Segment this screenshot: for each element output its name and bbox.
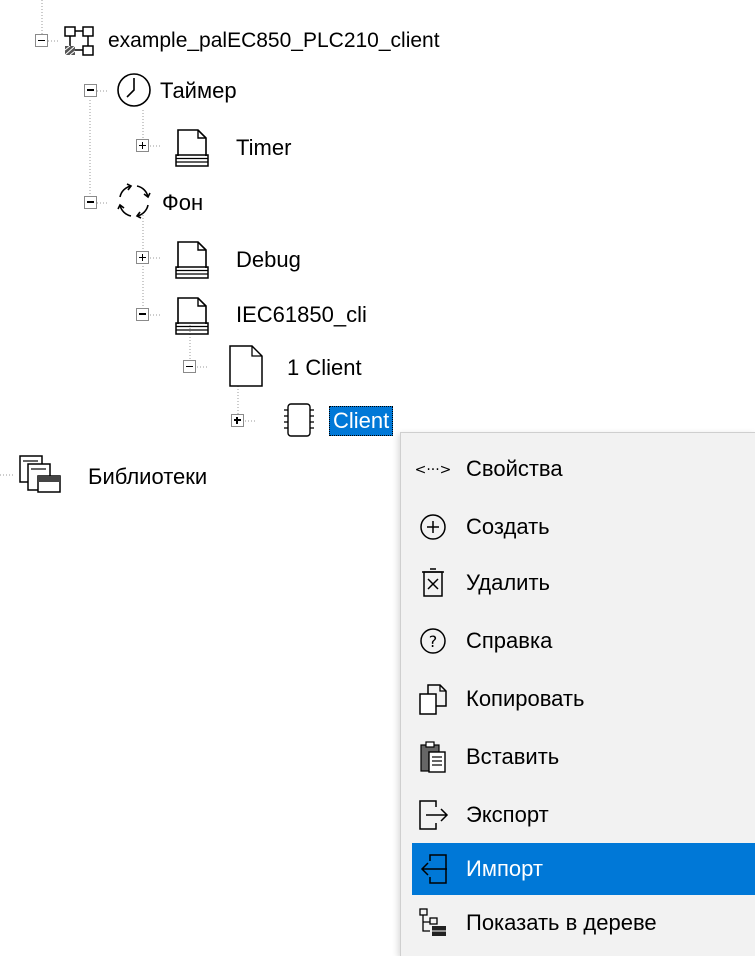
- menu-item-label: Вставить: [466, 744, 560, 769]
- tree-node-client-program[interactable]: 1 Client: [287, 353, 362, 383]
- document-icon: [222, 342, 268, 395]
- clock-icon: [114, 70, 154, 115]
- svg-text:<···>: <···>: [416, 462, 450, 478]
- export-icon: [416, 798, 450, 832]
- menu-item-copy[interactable]: Копировать: [412, 673, 755, 725]
- delete-icon: [416, 566, 450, 600]
- task-stack-icon: [172, 124, 212, 173]
- import-icon: [416, 852, 450, 886]
- paste-icon: [416, 740, 450, 774]
- tree-node-libraries[interactable]: Библиотеки: [88, 462, 207, 492]
- tree-node-background-group[interactable]: Фон: [162, 188, 203, 218]
- task-stack-icon: [172, 292, 212, 341]
- context-menu: <···> Свойства Создать Удалить ? Справка…: [400, 432, 755, 956]
- collapse-toggle-root[interactable]: [35, 34, 48, 47]
- menu-item-label: Справка: [466, 628, 553, 653]
- cycle-icon: [114, 180, 154, 227]
- menu-item-show-in-tree[interactable]: Показать в дереве: [412, 897, 755, 949]
- expand-toggle-client-block[interactable]: [231, 414, 244, 427]
- menu-item-export[interactable]: Экспорт: [412, 789, 755, 841]
- menu-item-delete[interactable]: Удалить: [412, 557, 755, 609]
- collapse-toggle-client-program[interactable]: [183, 360, 196, 373]
- create-icon: [416, 510, 450, 544]
- menu-item-properties[interactable]: <···> Свойства: [412, 443, 755, 495]
- show-in-tree-icon: [416, 906, 450, 940]
- tree-node-timer-task[interactable]: Timer: [236, 133, 291, 163]
- properties-icon: <···>: [416, 452, 450, 486]
- help-icon: ?: [416, 624, 450, 658]
- collapse-toggle-iec-task[interactable]: [136, 308, 149, 321]
- menu-item-paste[interactable]: Вставить: [412, 731, 755, 783]
- menu-item-label: Экспорт: [466, 802, 549, 827]
- copy-icon: [416, 682, 450, 716]
- tree-node-timer-group[interactable]: Таймер: [160, 76, 237, 106]
- function-block-icon: [278, 400, 322, 445]
- collapse-toggle-background-group[interactable]: [84, 196, 97, 209]
- menu-item-label: Создать: [466, 514, 550, 539]
- tree-node-root[interactable]: example_palEC850_PLC210_client: [108, 26, 440, 56]
- tree-node-client-block[interactable]: Client: [329, 406, 394, 436]
- menu-item-import[interactable]: Импорт: [412, 843, 755, 895]
- libraries-icon: [14, 452, 64, 503]
- menu-item-label: Показать в дереве: [466, 910, 657, 935]
- task-stack-icon: [172, 236, 212, 285]
- tree-node-debug-task[interactable]: Debug: [236, 245, 301, 275]
- collapse-toggle-timer-group[interactable]: [84, 84, 97, 97]
- svg-text:?: ?: [429, 632, 438, 651]
- project-icon: [62, 24, 96, 63]
- menu-item-label: Копировать: [466, 686, 585, 711]
- menu-item-label: Импорт: [466, 856, 543, 881]
- menu-item-help[interactable]: ? Справка: [412, 615, 755, 667]
- expand-toggle-timer-task[interactable]: [136, 139, 149, 152]
- menu-item-create[interactable]: Создать: [412, 501, 755, 553]
- menu-item-label: Свойства: [466, 456, 563, 481]
- tree-node-iec-task[interactable]: IEC61850_cli: [236, 300, 367, 330]
- expand-toggle-debug-task[interactable]: [136, 251, 149, 264]
- menu-item-label: Удалить: [466, 570, 550, 595]
